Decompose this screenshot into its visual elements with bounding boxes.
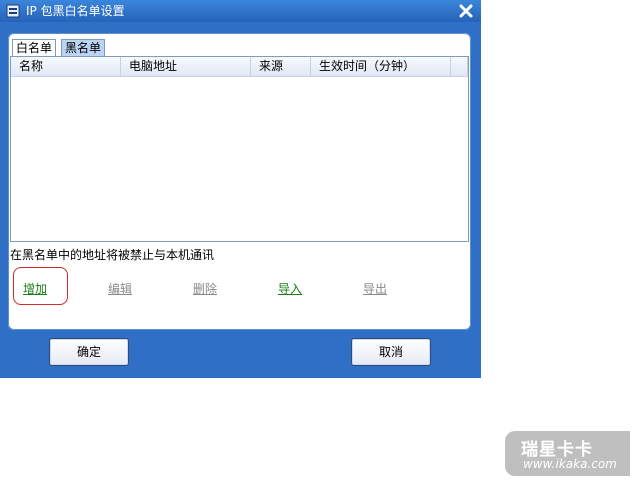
export-link[interactable]: 导出 bbox=[363, 281, 387, 297]
column-header-name[interactable]: 名称 bbox=[11, 57, 121, 76]
column-header-duration[interactable]: 生效时间（分钟） bbox=[311, 57, 451, 76]
watermark-logo: 瑞星卡卡 www.ikaka.com bbox=[505, 431, 630, 476]
column-header-source[interactable]: 来源 bbox=[251, 57, 311, 76]
edit-link[interactable]: 编辑 bbox=[108, 281, 132, 297]
main-panel: 白名单 黑名单 名称 电脑地址 来源 生效时间（分钟） 在黑名单中的地址将被禁止… bbox=[8, 33, 471, 330]
shield-icon bbox=[6, 4, 20, 18]
watermark-url: www.ikaka.com bbox=[523, 457, 617, 471]
cancel-button[interactable]: 取消 bbox=[351, 338, 431, 366]
delete-link[interactable]: 删除 bbox=[193, 281, 217, 297]
info-text: 在黑名单中的地址将被禁止与本机通讯 bbox=[10, 248, 215, 262]
column-header-address[interactable]: 电脑地址 bbox=[121, 57, 251, 76]
settings-window: IP 包黑白名单设置 白名单 黑名单 名称 电脑地址 来源 生效时间（分钟） 在… bbox=[0, 0, 481, 378]
title-bar: IP 包黑白名单设置 bbox=[0, 0, 481, 22]
list-header: 名称 电脑地址 来源 生效时间（分钟） bbox=[11, 57, 468, 77]
import-link[interactable]: 导入 bbox=[278, 281, 302, 297]
column-header-spacer bbox=[451, 57, 468, 76]
address-list[interactable]: 名称 电脑地址 来源 生效时间（分钟） bbox=[10, 56, 469, 242]
tab-whitelist[interactable]: 白名单 bbox=[12, 39, 57, 56]
tab-blacklist[interactable]: 黑名单 bbox=[61, 39, 106, 56]
close-icon[interactable] bbox=[457, 2, 475, 20]
ok-button[interactable]: 确定 bbox=[49, 338, 129, 366]
window-title: IP 包黑白名单设置 bbox=[26, 4, 125, 18]
add-link[interactable]: 增加 bbox=[23, 281, 47, 297]
